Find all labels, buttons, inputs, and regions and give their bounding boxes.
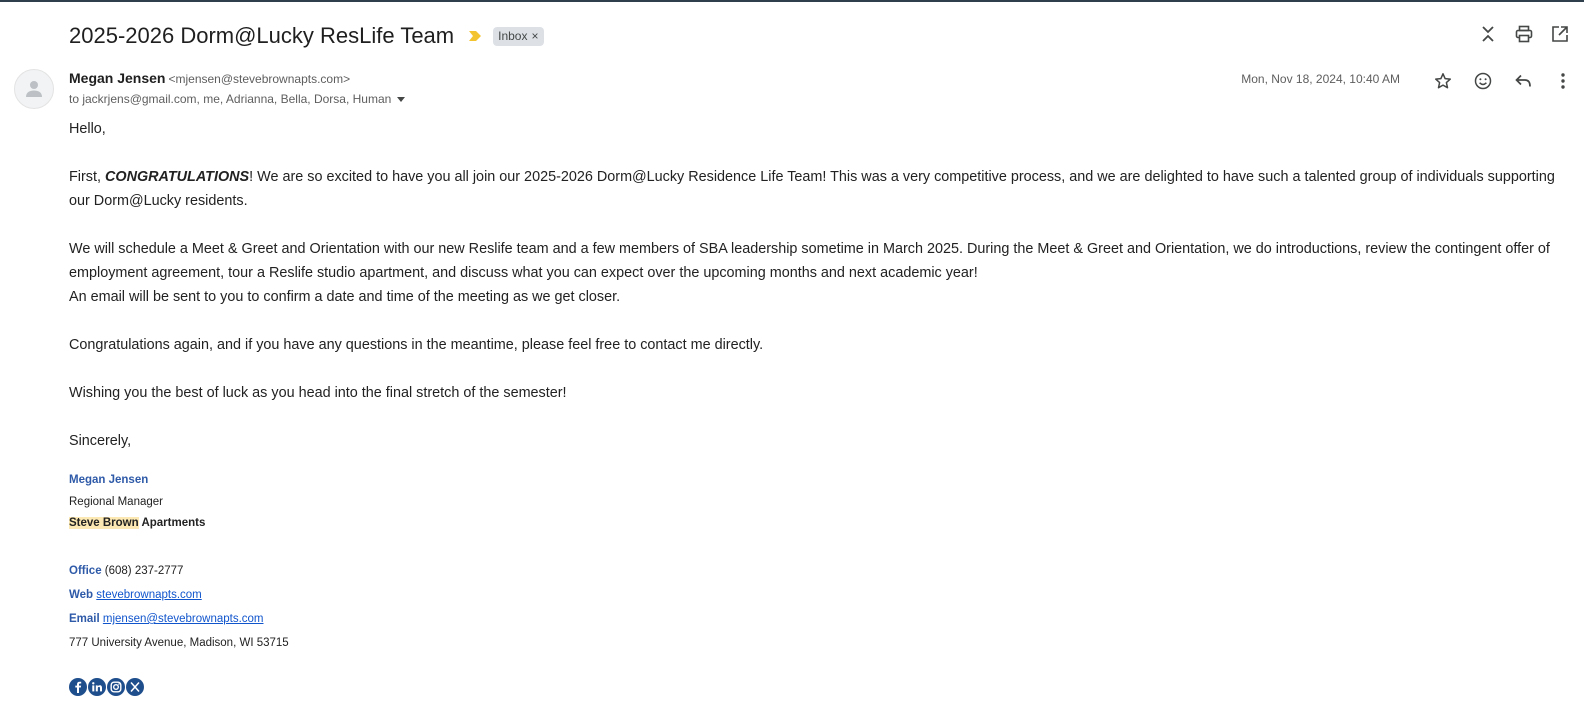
paragraph-intro: First, CONGRATULATIONS! We are so excite… bbox=[69, 165, 1559, 213]
email-label: Email bbox=[69, 613, 100, 625]
email-subject: 2025-2026 Dorm@Lucky ResLife Team bbox=[69, 23, 455, 48]
intro-first: First, bbox=[69, 169, 105, 185]
subject-row: 2025-2026 Dorm@Lucky ResLife Team Inbox … bbox=[69, 20, 544, 52]
top-border bbox=[0, 0, 1584, 2]
email-body: Hello, First, CONGRATULATIONS! We are so… bbox=[69, 117, 1559, 453]
social-links bbox=[69, 678, 144, 696]
web-label: Web bbox=[69, 589, 94, 601]
closing: Sincerely, bbox=[69, 433, 132, 449]
email-link[interactable]: mjensen@stevebrownapts.com bbox=[103, 613, 264, 625]
signature-address: 777 University Avenue, Madison, WI 53715 bbox=[69, 637, 289, 649]
star-icon[interactable] bbox=[1432, 70, 1454, 92]
facebook-icon[interactable] bbox=[69, 678, 87, 696]
more-vert-icon[interactable] bbox=[1552, 70, 1574, 92]
reply-icon[interactable] bbox=[1512, 70, 1534, 92]
instagram-icon[interactable] bbox=[107, 678, 125, 696]
thread-actions bbox=[1478, 24, 1570, 44]
recipients-text: to jackrjens@gmail.com, me, Adrianna, Be… bbox=[69, 92, 392, 106]
intro-rest: ! We are so excited to have you all join… bbox=[69, 169, 1555, 209]
paragraph-schedule: We will schedule a Meet & Greet and Orie… bbox=[69, 241, 1550, 281]
signature-company: Steve Brown Apartments bbox=[69, 517, 205, 529]
signature-name: Megan Jensen bbox=[69, 474, 149, 486]
sender-avatar[interactable] bbox=[14, 69, 54, 109]
signature-office: Office (608) 237-2777 bbox=[69, 565, 183, 577]
paragraph-wishes: Wishing you the best of luck as you head… bbox=[69, 385, 567, 401]
inbox-label-chip: Inbox × bbox=[493, 26, 544, 46]
inbox-label-text: Inbox bbox=[498, 28, 528, 43]
x-twitter-icon[interactable] bbox=[126, 678, 144, 696]
email-date: Mon, Nov 18, 2024, 10:40 AM bbox=[1241, 72, 1400, 86]
office-phone: (608) 237-2777 bbox=[101, 565, 184, 577]
sender-email: <mjensen@stevebrownapts.com> bbox=[168, 72, 351, 86]
signature-title: Regional Manager bbox=[69, 496, 163, 508]
sender-name[interactable]: Megan Jensen bbox=[69, 70, 165, 86]
paragraph-questions: Congratulations again, and if you have a… bbox=[69, 337, 764, 353]
sender-line: Megan Jensen <mjensen@stevebrownapts.com> bbox=[69, 70, 350, 88]
company-highlight: Steve Brown bbox=[69, 517, 139, 529]
recipients-line: to jackrjens@gmail.com, me, Adrianna, Be… bbox=[69, 92, 406, 106]
signature-email: Email mjensen@stevebrownapts.com bbox=[69, 613, 264, 625]
message-actions bbox=[1432, 70, 1574, 92]
linkedin-icon[interactable] bbox=[88, 678, 106, 696]
importance-marker-icon[interactable] bbox=[468, 30, 482, 42]
paragraph-email-notice: An email will be sent to you to confirm … bbox=[69, 289, 621, 305]
remove-label-button[interactable]: × bbox=[531, 29, 538, 43]
show-details-chevron-icon[interactable] bbox=[397, 96, 406, 102]
collapse-all-icon[interactable] bbox=[1478, 24, 1498, 44]
signature-web: Web stevebrownapts.com bbox=[69, 589, 202, 601]
congratulations-emphasis: CONGRATULATIONS bbox=[104, 169, 250, 185]
print-icon[interactable] bbox=[1514, 24, 1534, 44]
open-in-new-window-icon[interactable] bbox=[1550, 24, 1570, 44]
greeting: Hello, bbox=[69, 121, 106, 137]
web-link[interactable]: stevebrownapts.com bbox=[96, 589, 201, 601]
person-icon bbox=[26, 81, 42, 97]
emoji-reaction-icon[interactable] bbox=[1472, 70, 1494, 92]
company-rest: Apartments bbox=[138, 517, 206, 529]
office-label: Office bbox=[69, 565, 102, 577]
